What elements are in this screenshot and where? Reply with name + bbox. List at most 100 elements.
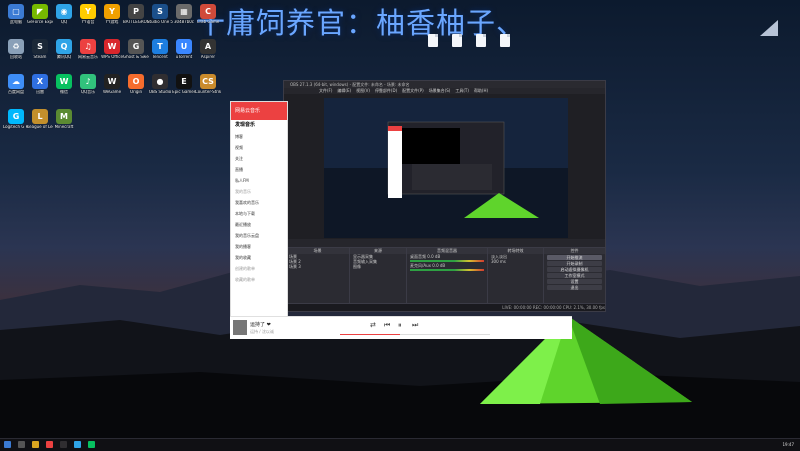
app-icon: ♻ [8,39,24,54]
volume-meter[interactable] [410,260,484,262]
obs-menu-item[interactable]: 场景集合(S) [429,88,451,93]
now-playing-artist: 运持 / 沈以诚 [250,329,274,334]
now-playing-title: 运持了 ❤ [250,322,271,328]
control-button[interactable]: 设置 [547,279,602,284]
shuffle-icon[interactable]: ⇄ [370,321,376,329]
my-music-item[interactable]: 最近播放 [231,219,287,230]
desktop-file-icon[interactable] [428,34,438,47]
desktop-icon[interactable]: ♫ 网易云音乐 [75,37,101,71]
scene-item[interactable]: 场景 3 [286,264,349,269]
music-nav-item[interactable]: 视频 [231,142,287,153]
created-playlists-section[interactable]: 创建的歌单 [231,263,287,274]
desktop-icon[interactable]: A Aspirer [195,37,221,71]
obs-preview-canvas[interactable] [324,98,568,238]
my-music-item[interactable]: 我的音乐云盘 [231,230,287,241]
controls-dock[interactable]: 控件 开始推流 开始录制 启动虚拟摄像机 工作室模式 设置 退出 [543,247,606,304]
scenes-dock[interactable]: 场景 场景 场景 2 场景 3 [285,247,350,304]
control-button[interactable]: 启动虚拟摄像机 [547,267,602,272]
next-icon[interactable]: ⏭ [412,321,418,330]
desktop-icon[interactable]: M Minecraft [51,107,77,141]
desktop-icon-label: YY语音 [81,20,95,24]
control-button[interactable]: 工作室模式 [547,273,602,278]
desktop-icon[interactable]: C Crab Game [195,2,221,36]
desktop-icon[interactable]: PBATTLEGROUNDS [123,2,149,36]
explorer-icon[interactable] [32,441,39,448]
audio-mixer-dock[interactable]: 音频混音器 桌面音频 0.0 dB 麦克风/Aux 0.0 dB [406,247,488,304]
desktop-icon[interactable]: W 微信 [51,72,77,106]
album-cover[interactable] [233,320,247,335]
desktop-icon[interactable]: ◉ QQ [51,2,77,36]
desktop-icon-label: Minecraft [54,125,74,129]
volume-meter[interactable] [410,269,484,271]
desktop-icon[interactable]: S Studio One 5 [147,2,173,36]
desktop-icon[interactable]: GGhost & Sweeper [123,37,149,71]
desktop-icon[interactable]: ♪ QQ音乐 [75,72,101,106]
obs-menu-item[interactable]: 文件(F) [319,88,332,93]
desktop-icon[interactable]: ▢ 此电脑 [3,2,29,36]
qq-taskbar-icon[interactable] [74,441,81,448]
desktop-icon[interactable]: T Tencent [147,37,173,71]
duration-field[interactable]: 300 ms [488,259,543,264]
control-button[interactable]: 退出 [547,285,602,290]
wechat-taskbar-icon[interactable] [88,441,95,448]
music-nav-item[interactable]: 博客 [231,131,287,142]
control-button[interactable]: 开始录制 [547,261,602,266]
desktop-icon[interactable]: CS Counter-Strike [195,72,221,106]
start-icon[interactable] [4,441,11,448]
music-nav-item[interactable]: 发现音乐 [231,120,287,131]
sources-dock[interactable]: 来源 显示器采集 音频输入采集 图像 [349,247,407,304]
mixer-track-label: 桌面音频 0.0 dB [410,254,441,259]
desktop-icon-label: League of Legends [27,125,53,129]
desktop-icon[interactable]: UuTorrent [171,37,197,71]
music-nav-item[interactable]: 私人FM [231,175,287,186]
search-icon[interactable] [18,441,25,448]
desktop-icon[interactable]: ♻ 回收站 [3,37,29,71]
desktop-icon[interactable]: Q 腾讯QQ [51,37,77,71]
desktop-icon[interactable]: W WeGame [99,72,125,106]
app-icon: C [200,4,216,19]
desktop-file-icon[interactable] [500,34,510,47]
desktop-icon[interactable]: S Steam [27,37,53,71]
desktop-icon[interactable]: ● OBS Studio [147,72,173,106]
obs-menu-item[interactable]: 停靠部件(D) [375,88,397,93]
netease-music-window[interactable]: 网易云音乐 发现音乐 博客 视频 关注 直播 私人FM 我的音乐 我喜欢的音乐 本地与下载最… [230,101,288,318]
desktop-icon[interactable]: Y YY语音 [75,2,101,36]
desktop-icon[interactable]: ☁ 百度网盘 [3,72,29,106]
music-nav-item[interactable]: 关注 [231,153,287,164]
desktop-icon-label: Logitech G HUB [3,125,29,129]
music-nav-item[interactable]: 直播 [231,164,287,175]
my-music-item[interactable]: 本地与下载 [231,208,287,219]
music-player-bar[interactable]: 运持了 ❤ 运持 / 沈以诚 ⇄ ⏮ ⏸ ⏭ [230,316,572,339]
obs-menu-item[interactable]: 配置文件(P) [402,88,424,93]
pause-icon[interactable]: ⏸ [398,321,402,330]
desktop-icon[interactable]: O Origin [123,72,149,106]
obs-window[interactable]: OBS 27.1.3 (64-bit, windows) - 配置文件: 未命名… [283,80,606,312]
my-music-item[interactable]: 我的播客 [231,241,287,252]
desktop-icon[interactable]: ◤GeForce Experience [27,2,53,36]
desktop-file-icon[interactable] [476,34,486,47]
my-music-item[interactable]: 我喜欢的音乐 [231,197,287,208]
desktop-icon[interactable]: W WPS Office [99,37,125,71]
previous-icon[interactable]: ⏮ [384,321,390,330]
obs-menu-item[interactable]: 视图(V) [356,88,370,93]
obs-menu-item[interactable]: 帮助(H) [474,88,488,93]
obs-menu-item[interactable]: 编辑(E) [337,88,351,93]
control-button[interactable]: 开始推流 [547,255,602,260]
obs-taskbar-icon[interactable] [60,441,67,448]
desktop-icon-label: Tencent [152,55,168,59]
app-icon: W [104,74,120,89]
desktop-icon[interactable]: X 迅雷 [27,72,53,106]
desktop-icon[interactable]: E Epic Games [171,72,197,106]
desktop-icon[interactable]: LLeague of Legends [27,107,53,141]
desktop-file-icon[interactable] [452,34,462,47]
netease-taskbar-icon[interactable] [46,441,53,448]
desktop-icon[interactable]: ▦ 30487b0c [171,2,197,36]
desktop-icon[interactable]: GLogitech G HUB [3,107,29,141]
transitions-dock[interactable]: 转场特效 淡入淡出 300 ms [487,247,544,304]
desktop-icon[interactable]: Y YY游戏 [99,2,125,36]
source-item[interactable]: 图像 [350,264,406,269]
favorite-playlists-section[interactable]: 收藏的歌单 [231,274,287,285]
playback-progress[interactable] [340,334,490,335]
obs-menu-item[interactable]: 工具(T) [455,88,469,93]
my-music-item[interactable]: 我的收藏 [231,252,287,263]
